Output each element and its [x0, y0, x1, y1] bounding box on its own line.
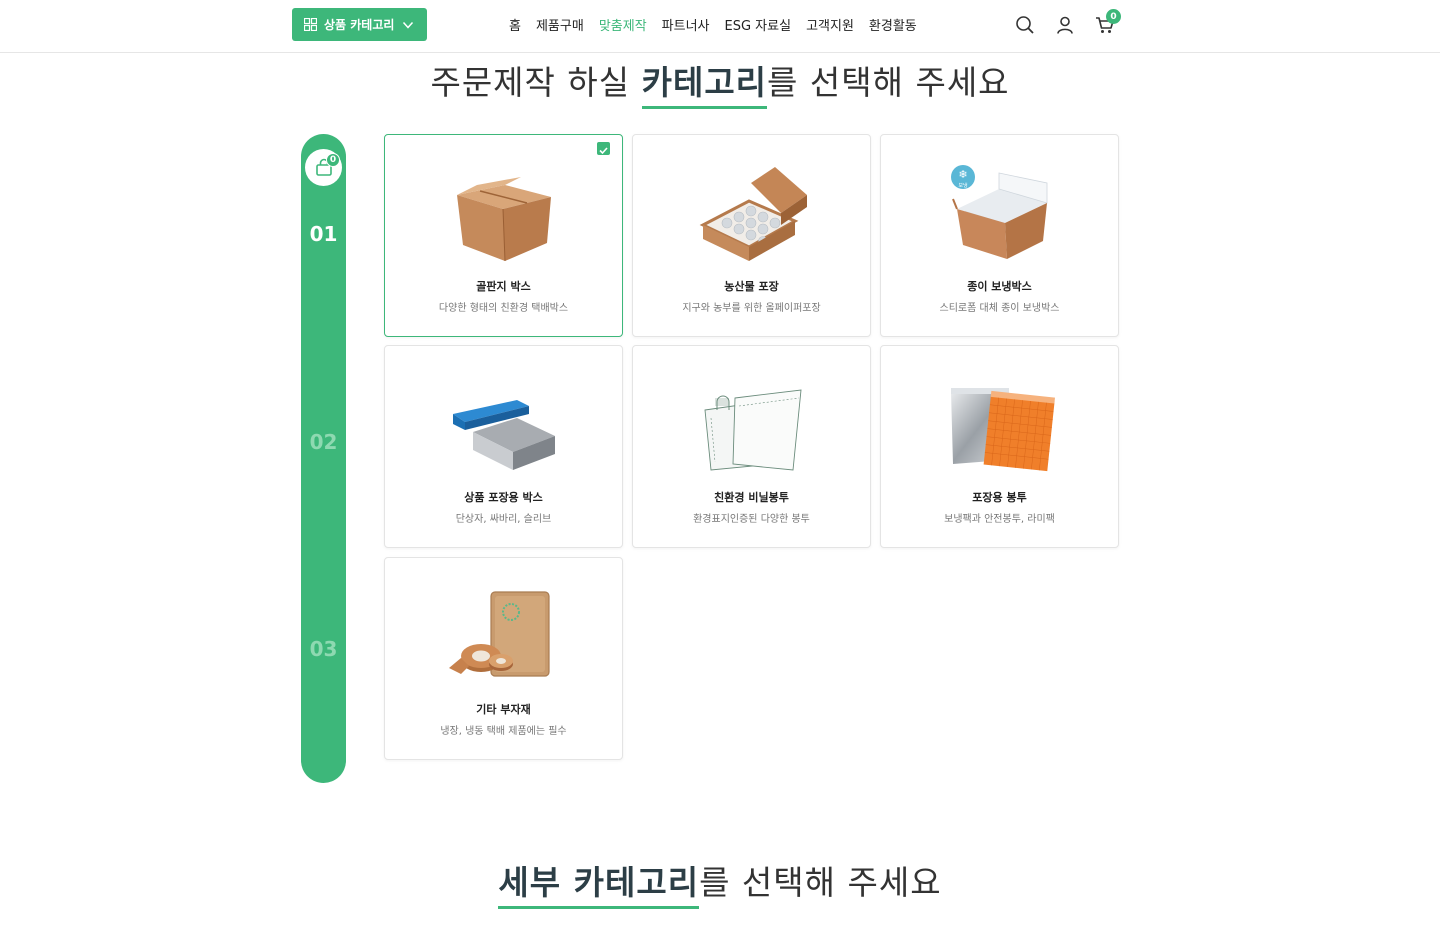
step-02: 02	[309, 430, 338, 454]
svg-text:❄: ❄	[958, 168, 967, 181]
tape-envelope-icon	[449, 591, 550, 677]
egg-tray-box-icon	[699, 167, 807, 261]
step-01: 01	[309, 222, 338, 246]
card-desc: 스티로폼 대체 종이 보냉박스	[939, 303, 1060, 314]
search-icon[interactable]	[1014, 14, 1038, 38]
cooler-label: 보냉	[958, 182, 968, 189]
cart-count-badge: 0	[1106, 9, 1121, 24]
category-card-product-box[interactable]: 상품 포장용 박스 단상자, 싸바리, 슬리브	[384, 345, 623, 548]
title-text-after: 를 선택해 주세요	[767, 63, 1010, 102]
category-section-title: 주문제작 하실 카테고리를 선택해 주세요	[0, 56, 1440, 109]
category-menu-label: 상품 카테고리	[324, 18, 395, 32]
category-menu-button[interactable]: 상품 카테고리	[292, 8, 427, 41]
plastic-bag-icon	[704, 389, 802, 471]
nav-custom-order[interactable]: 맞춤제작	[599, 15, 647, 34]
title-text-after: 를 선택해 주세요	[699, 863, 942, 902]
card-desc: 지구와 농부를 위한 올페이퍼포장	[682, 303, 821, 314]
card-name: 포장용 봉투	[972, 491, 1027, 504]
card-name: 친환경 비닐봉투	[714, 491, 789, 504]
nav-partners[interactable]: 파트너사	[662, 15, 710, 34]
bag-count-badge: 0	[326, 153, 340, 167]
cardboard-box-icon	[457, 177, 551, 262]
title-highlight: 세부 카테고리	[498, 856, 700, 909]
category-card-paper-cooler-box[interactable]: ❄ 보냉 종이 보냉박스 스티로폼 대체 종이 보냉박스	[880, 134, 1119, 337]
card-name: 농산물 포장	[724, 280, 779, 293]
mailer-bag-icon	[951, 388, 1056, 472]
grid-icon	[304, 18, 317, 31]
cart-icon[interactable]: 0	[1094, 9, 1121, 38]
category-card-corrugated-box[interactable]: 골판지 박스 다양한 형태의 친환경 택배박스	[384, 134, 623, 337]
card-desc: 단상자, 싸바리, 슬리브	[455, 514, 552, 525]
step-rail: 0 01 02 03	[301, 134, 346, 783]
chevron-down-icon	[403, 21, 414, 29]
nav-products[interactable]: 제품구매	[536, 15, 584, 34]
card-name: 기타 부자재	[476, 703, 531, 716]
order-bag[interactable]: 0	[305, 149, 342, 186]
checkbox-checked-icon	[597, 142, 610, 155]
subcategory-section-title: 세부 카테고리를 선택해 주세요	[0, 856, 1440, 909]
category-card-eco-plastic-bag[interactable]: 친환경 비닐봉투 환경표지인증된 다양한 봉투	[632, 345, 871, 548]
card-desc: 냉장, 냉동 택배 제품에는 필수	[440, 726, 567, 737]
main-nav: 홈 제품구매 맞춤제작 파트너사 ESG 자료실 고객지원 환경활동	[509, 15, 932, 34]
step-03: 03	[309, 637, 338, 661]
card-name: 골판지 박스	[476, 280, 531, 293]
header-icons: 0	[1014, 9, 1134, 38]
nav-home[interactable]: 홈	[509, 15, 521, 34]
title-highlight: 카테고리	[641, 56, 768, 109]
nav-support[interactable]: 고객지원	[806, 15, 854, 34]
card-desc: 다양한 형태의 친환경 택배박스	[438, 303, 569, 314]
nav-environment[interactable]: 환경활동	[869, 15, 917, 34]
card-name: 종이 보냉박스	[967, 280, 1032, 293]
category-card-misc-supplies[interactable]: 기타 부자재 냉장, 냉동 택배 제품에는 필수	[384, 557, 623, 760]
category-card-produce-packaging[interactable]: 농산물 포장 지구와 농부를 위한 올페이퍼포장	[632, 134, 871, 337]
gift-box-icon	[453, 400, 555, 470]
card-name: 상품 포장용 박스	[464, 491, 543, 504]
card-desc: 보냉팩과 안전봉투, 라미팩	[944, 514, 1055, 525]
user-icon[interactable]	[1054, 14, 1078, 38]
nav-esg[interactable]: ESG 자료실	[725, 15, 792, 34]
site-header: 상품 카테고리 홈 제품구매 맞춤제작 파트너사 ESG 자료실 고객지원 환경…	[0, 0, 1440, 53]
card-desc: 환경표지인증된 다양한 봉투	[693, 514, 810, 525]
title-text-before: 주문제작 하실	[430, 63, 642, 102]
category-card-mailer-bag[interactable]: 포장용 봉투 보냉팩과 안전봉투, 라미팩	[880, 345, 1119, 548]
cooler-box-icon: ❄ 보냉	[951, 165, 1048, 259]
